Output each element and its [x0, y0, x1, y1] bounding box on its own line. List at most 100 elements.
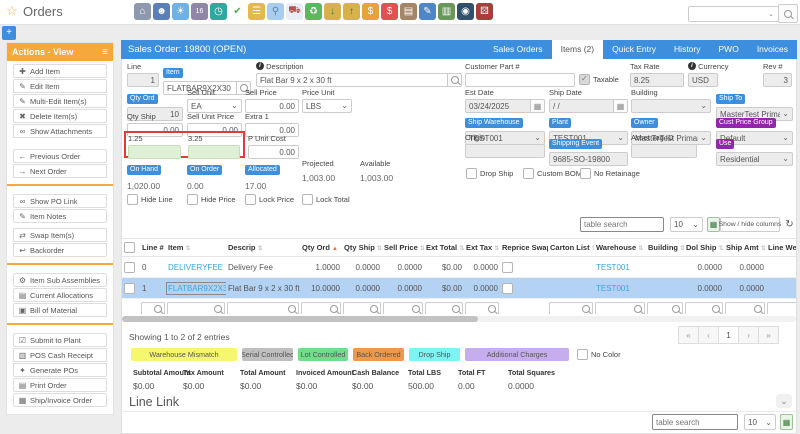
column-filter-input[interactable] [425, 302, 463, 315]
description-search-button[interactable] [448, 73, 462, 87]
description-input[interactable] [256, 73, 448, 87]
cell[interactable]: FLATBAR9X2X30 [166, 278, 226, 299]
column-filter-input[interactable] [647, 302, 683, 315]
horizontal-scrollbar[interactable] [122, 316, 796, 322]
sidebar-item-pos-cash-receipt[interactable]: ▥POS Cash Receipt [13, 348, 107, 362]
asset-tag-input[interactable] [631, 144, 697, 158]
column-filter-input[interactable] [767, 302, 796, 315]
tab-quick-entry[interactable]: Quick Entry [603, 40, 665, 59]
sidebar-item-edit-item[interactable]: ✎Edit Item [13, 79, 107, 93]
sidebar-item-show-po-link[interactable]: ∞Show PO Link [13, 194, 107, 208]
sidebar-item-submit-to-plant[interactable]: ☑Submit to Plant [13, 333, 107, 347]
table-search-input[interactable] [580, 217, 664, 232]
sidebar-item-previous-order[interactable]: ←Previous Order [13, 149, 107, 163]
column-filter-input[interactable] [383, 302, 423, 315]
sidebar-item-ship-invoice-order[interactable]: ▦Ship/Invoice Order [13, 393, 107, 407]
clock-icon[interactable]: ◷ [210, 3, 227, 20]
favorite-star-icon[interactable]: ☆ [6, 3, 18, 19]
row-checkbox[interactable] [124, 262, 135, 273]
select-all-header[interactable] [122, 239, 140, 257]
trash-icon[interactable]: ♻ [305, 3, 322, 20]
tab-history[interactable]: History [665, 40, 709, 59]
tax-rate-input[interactable] [630, 73, 684, 87]
user-icon[interactable]: ☻ [153, 3, 170, 20]
chat-dollar-icon[interactable]: $ [381, 3, 398, 20]
check-icon[interactable]: ✔ [229, 3, 246, 20]
coins-icon[interactable]: $ [362, 3, 379, 20]
column-filter-input[interactable] [465, 302, 499, 315]
column-filter-input[interactable] [301, 302, 341, 315]
select-all-checkbox[interactable] [124, 242, 135, 253]
clipboard-icon[interactable]: ▤ [400, 3, 417, 20]
no-color-checkbox[interactable] [577, 349, 588, 360]
sidebar-item-item-notes[interactable]: ✎Item Notes [13, 209, 107, 223]
sidebar-item-backorder[interactable]: ↩Backorder [13, 243, 107, 257]
use-select[interactable]: Residential [716, 152, 793, 166]
rev-input[interactable] [763, 73, 792, 87]
column-header-qty-ord[interactable]: Qty Ord ▲ [300, 239, 342, 257]
column-header-line-[interactable]: Line # ⇅ [140, 239, 166, 257]
column-filter-input[interactable] [595, 302, 645, 315]
pencil-icon[interactable]: ✎ [419, 3, 436, 20]
column-header-ship-amt[interactable]: Ship Amt ⇅ [724, 239, 766, 257]
weather-icon[interactable]: ☀ [172, 3, 189, 20]
refresh-icon[interactable] [783, 217, 796, 232]
column-header-descrip[interactable]: Descrip ⇅ [226, 239, 300, 257]
sell-price-input[interactable] [245, 99, 299, 113]
line-link-search-input[interactable] [652, 414, 738, 430]
column-filter-input[interactable] [725, 302, 765, 315]
sidebar-item-item-sub-assemblies[interactable]: ⚙Item Sub Assemblies [13, 273, 107, 287]
drop-ship-checkbox[interactable] [466, 168, 477, 179]
cell[interactable]: TEST001 [594, 278, 646, 299]
hide-line-checkbox[interactable] [127, 194, 138, 205]
cell[interactable]: DELIVERYFEE [166, 257, 226, 278]
page-button-»[interactable]: » [758, 326, 779, 344]
item-link[interactable]: FLATBAR9X2X30 [168, 284, 226, 293]
reprice-swap-checkbox[interactable] [502, 283, 513, 294]
column-filter-input[interactable] [167, 302, 225, 315]
hide-price-checkbox[interactable] [187, 194, 198, 205]
column-filter-input[interactable] [227, 302, 299, 315]
sidebar-item-swap-items[interactable]: ⇄Swap Item(s) [13, 228, 107, 242]
menu-icon[interactable]: ≡ [102, 47, 108, 58]
column-filter-input[interactable] [549, 302, 593, 315]
cell[interactable]: TEST001 [594, 257, 646, 278]
global-search-button[interactable] [778, 4, 798, 23]
custom-bom-checkbox[interactable] [523, 168, 534, 179]
no-retainage-checkbox[interactable] [580, 168, 591, 179]
page-button-«[interactable]: « [678, 326, 699, 344]
page-button-›[interactable]: › [738, 326, 759, 344]
upload-icon[interactable]: ↑ [343, 3, 360, 20]
dice-icon[interactable]: ⚄ [476, 3, 493, 20]
column-header-qty-ship[interactable]: Qty Ship ⇅ [342, 239, 382, 257]
list-icon[interactable]: ☰ [248, 3, 265, 20]
download-icon[interactable]: ↓ [324, 3, 341, 20]
column-filter-input[interactable] [685, 302, 723, 315]
sidebar-item-bill-of-material[interactable]: ▣Bill of Material [13, 303, 107, 317]
sidebar-item-delete-items[interactable]: ✖Delete Item(s) [13, 109, 107, 123]
column-header-carton-list[interactable]: Carton List ⇅ [548, 239, 594, 257]
lock-total-checkbox[interactable] [302, 194, 313, 205]
tab-items-2-[interactable]: Items (2) [552, 40, 604, 59]
sidebar-item-multi-edit-items[interactable]: ✎Multi-Edit Item(s) [13, 94, 107, 108]
globe-icon[interactable]: ◉ [457, 3, 474, 20]
sidebar-item-generate-pos[interactable]: ✦Generate POs [13, 363, 107, 377]
customer-part-input[interactable] [465, 73, 575, 87]
bank-icon[interactable]: ⌂ [134, 3, 151, 20]
line-link-page-size-select[interactable]: 10 [744, 414, 776, 430]
reprice-swap-checkbox[interactable] [502, 262, 513, 273]
lock-price-checkbox[interactable] [245, 194, 256, 205]
p-unit-cost-input[interactable] [248, 145, 299, 159]
tab-sales-orders[interactable]: Sales Orders [484, 40, 552, 59]
column-filter-input[interactable] [141, 302, 165, 315]
column-filter-input[interactable] [343, 302, 381, 315]
origin-input[interactable] [465, 144, 545, 158]
shipping-event-input[interactable] [549, 152, 628, 166]
line-link-export-excel-button[interactable] [780, 414, 793, 430]
search-icon[interactable]: ⚲ [267, 3, 284, 20]
currency-input[interactable] [688, 73, 718, 87]
add-button[interactable]: + [2, 26, 16, 40]
dim2-input[interactable] [188, 145, 240, 159]
sidebar-item-add-item[interactable]: ✚Add Item [13, 64, 107, 78]
column-header-item[interactable]: Item ⇅ [166, 239, 226, 257]
